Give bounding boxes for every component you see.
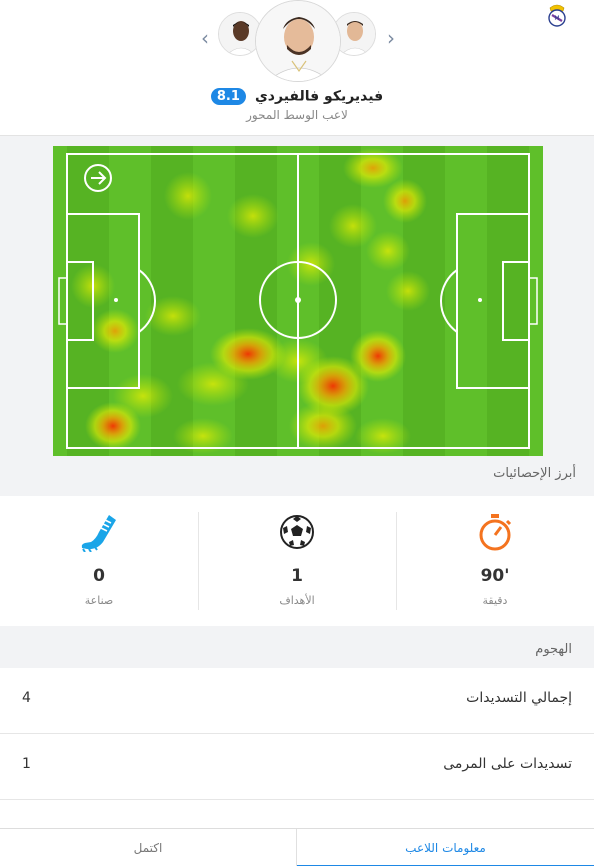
highlights-title: أبرز الإحصائيات xyxy=(493,466,576,481)
stat-row-shots-on-target: تسديدات على المرمى 1 xyxy=(0,734,594,800)
bottom-tab-bar: اكتمل معلومات اللاعب xyxy=(0,828,594,866)
stat-goals-label: الأهداف xyxy=(279,594,315,607)
stat-goals-value: 1 xyxy=(291,566,303,586)
highlights-card: 90' دقيقة 1 الأهداف 0 صناعة xyxy=(0,496,594,626)
rating-badge: 8.1 xyxy=(210,88,246,105)
center-spot xyxy=(295,297,301,303)
left-penalty-spot xyxy=(114,298,118,302)
stat-assists-value: 0 xyxy=(93,566,105,586)
football-icon xyxy=(198,512,396,552)
grass-stripe xyxy=(487,146,529,456)
stat-minutes-value: 90' xyxy=(480,566,510,586)
heatmap-svg xyxy=(53,146,543,456)
stat-minutes: 90' دقيقة xyxy=(396,512,594,607)
stat-divider xyxy=(396,512,397,610)
stat-minutes-label: دقيقة xyxy=(482,594,508,607)
boot-icon xyxy=(0,512,198,552)
club-crest-icon[interactable]: M xyxy=(544,2,570,28)
stat-divider xyxy=(198,512,199,610)
stat-row-label: إجمالي التسديدات xyxy=(466,690,572,706)
player-name: فيديريكو فالفيردي xyxy=(254,88,384,105)
grass-stripe xyxy=(235,146,277,456)
heatmap-pitch xyxy=(53,146,543,456)
stat-goals: 1 الأهداف xyxy=(198,512,396,607)
svg-text:M: M xyxy=(554,15,559,22)
stat-row-value: 4 xyxy=(22,690,31,706)
stat-row-total-shots: إجمالي التسديدات 4 xyxy=(0,668,594,734)
player-name-row: فيديريكو فالفيردي 8.1 xyxy=(0,86,594,105)
player-header: M ‹ › فيديريكو فالفيردي 8.1 لاعب الوسط ا… xyxy=(0,0,594,136)
stat-row-value: 1 xyxy=(22,756,31,772)
stopwatch-icon xyxy=(396,512,594,552)
attack-section-header: الهجوم xyxy=(0,632,594,668)
stat-row-label: تسديدات على المرمى xyxy=(443,756,572,772)
player-avatar xyxy=(255,0,341,82)
attack-title: الهجوم xyxy=(535,642,572,657)
right-penalty-spot xyxy=(478,298,482,302)
player-position: لاعب الوسط المحور xyxy=(246,108,348,122)
tab-lineup[interactable]: اكتمل xyxy=(0,829,297,866)
tab-player-info[interactable]: معلومات اللاعب xyxy=(297,829,594,866)
next-player-chevron-right-icon[interactable]: › xyxy=(384,28,398,48)
stat-assists: 0 صناعة xyxy=(0,512,198,607)
prev-player-chevron-left-icon[interactable]: ‹ xyxy=(198,28,212,48)
stat-assists-label: صناعة xyxy=(84,594,114,607)
